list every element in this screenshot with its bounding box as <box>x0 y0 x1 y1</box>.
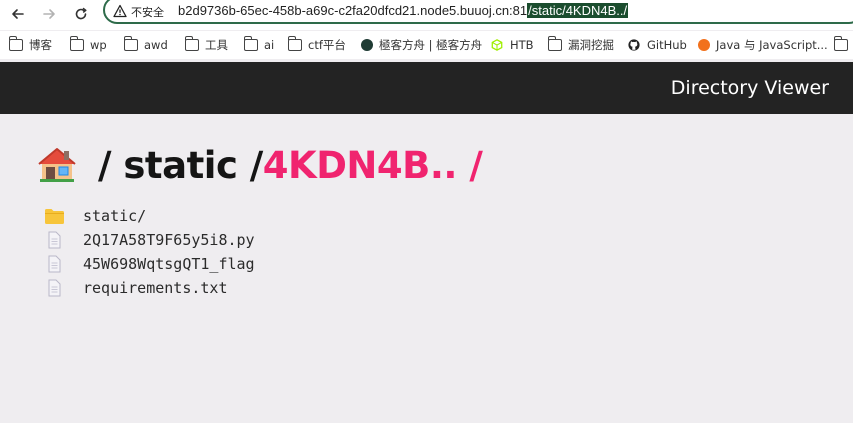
bookmark-label: ctf平台 <box>308 38 346 52</box>
folder-icon <box>184 36 199 51</box>
browser-toolbar: 不安全 b2d9736b-65ec-458b-a69c-c2fa20dfcd21… <box>0 0 853 30</box>
folder-icon <box>45 209 64 224</box>
bookmark-folder-overflow[interactable] <box>833 36 853 54</box>
file-icon <box>48 279 61 297</box>
bookmark-label: 工具 <box>205 38 228 52</box>
house-icon[interactable] <box>38 147 76 183</box>
breadcrumb-path[interactable]: / static / <box>98 144 263 187</box>
folder-icon <box>69 36 84 51</box>
file-name[interactable]: requirements.txt <box>83 279 228 297</box>
list-item[interactable]: 45W698WqtsgQT1_flag <box>44 252 255 276</box>
url-path-selected: /static/4KDN4B../ <box>527 3 629 18</box>
bookmark-label: Java 与 JavaScript... <box>716 38 828 52</box>
bookmark-label: wp <box>90 38 107 52</box>
app-header: Directory Viewer <box>0 62 853 114</box>
file-icon <box>48 231 61 249</box>
bookmark-github[interactable]: GitHub <box>627 36 687 54</box>
url-text[interactable]: b2d9736b-65ec-458b-a69c-c2fa20dfcd21.nod… <box>178 3 629 18</box>
folder-icon <box>547 36 562 51</box>
file-name[interactable]: 45W698WqtsgQT1_flag <box>83 255 255 273</box>
htb-icon <box>491 39 503 51</box>
bookmark-label: HTB <box>510 38 534 52</box>
bookmark-ctf-platform[interactable]: ctf平台 <box>287 36 346 54</box>
breadcrumb-current[interactable]: 4KDN4B.. / <box>263 144 483 187</box>
site-icon <box>698 39 710 51</box>
address-bar[interactable]: 不安全 b2d9736b-65ec-458b-a69c-c2fa20dfcd21… <box>103 0 853 24</box>
back-arrow-icon <box>12 9 24 19</box>
site-icon <box>361 39 373 51</box>
bookmark-label: 漏洞挖掘 <box>568 38 614 52</box>
forward-button[interactable] <box>37 3 61 25</box>
folder-icon <box>833 36 848 51</box>
url-host: b2d9736b-65ec-458b-a69c-c2fa20dfcd21.nod… <box>178 3 528 18</box>
bookmark-awd[interactable]: awd <box>123 36 168 54</box>
folder-icon <box>123 36 138 51</box>
file-list: static/ 2Q17A58T9F65y5i8.py 45W698WqtsgQ… <box>44 204 255 300</box>
bookmark-label: ai <box>264 38 275 52</box>
bookmark-tools[interactable]: 工具 <box>184 36 228 54</box>
bookmark-htb[interactable]: HTB <box>490 36 534 54</box>
file-name[interactable]: 2Q17A58T9F65y5i8.py <box>83 231 255 249</box>
folder-icon <box>287 36 302 51</box>
folder-icon <box>8 36 23 51</box>
insecure-label[interactable]: 不安全 <box>131 4 164 20</box>
back-button[interactable] <box>6 3 30 25</box>
app-title: Directory Viewer <box>670 77 829 99</box>
file-name[interactable]: static/ <box>83 207 146 225</box>
bookmark-java-javascript[interactable]: Java 与 JavaScript... <box>698 36 828 54</box>
bookmark-vuln-hunting[interactable]: 漏洞挖掘 <box>547 36 614 54</box>
list-item[interactable]: requirements.txt <box>44 276 255 300</box>
bookmark-label: 博客 <box>29 38 52 52</box>
forward-arrow-icon <box>43 9 55 19</box>
bookmark-ai[interactable]: ai <box>243 36 275 54</box>
reload-button[interactable] <box>69 3 93 25</box>
warning-icon[interactable] <box>113 4 127 18</box>
bookmark-wp[interactable]: wp <box>69 36 107 54</box>
bookmarks-bar: 博客 wp awd 工具 ai ctf平台 極客方舟 | 極客方舟 HTB 漏洞… <box>0 31 853 59</box>
list-item[interactable]: 2Q17A58T9F65y5i8.py <box>44 228 255 252</box>
bookmark-label: awd <box>144 38 168 52</box>
breadcrumb: / static / 4KDN4B.. / <box>38 143 483 187</box>
bookmark-label: GitHub <box>647 38 687 52</box>
bookmark-label: 極客方舟 | 極客方舟 <box>379 38 483 52</box>
folder-icon <box>243 36 258 51</box>
bookmark-geek-ark[interactable]: 極客方舟 | 極客方舟 <box>361 36 482 54</box>
file-icon <box>48 255 61 273</box>
github-icon <box>628 39 640 51</box>
list-item[interactable]: static/ <box>44 204 255 228</box>
bookmark-blog[interactable]: 博客 <box>8 36 52 54</box>
reload-icon <box>75 7 87 20</box>
